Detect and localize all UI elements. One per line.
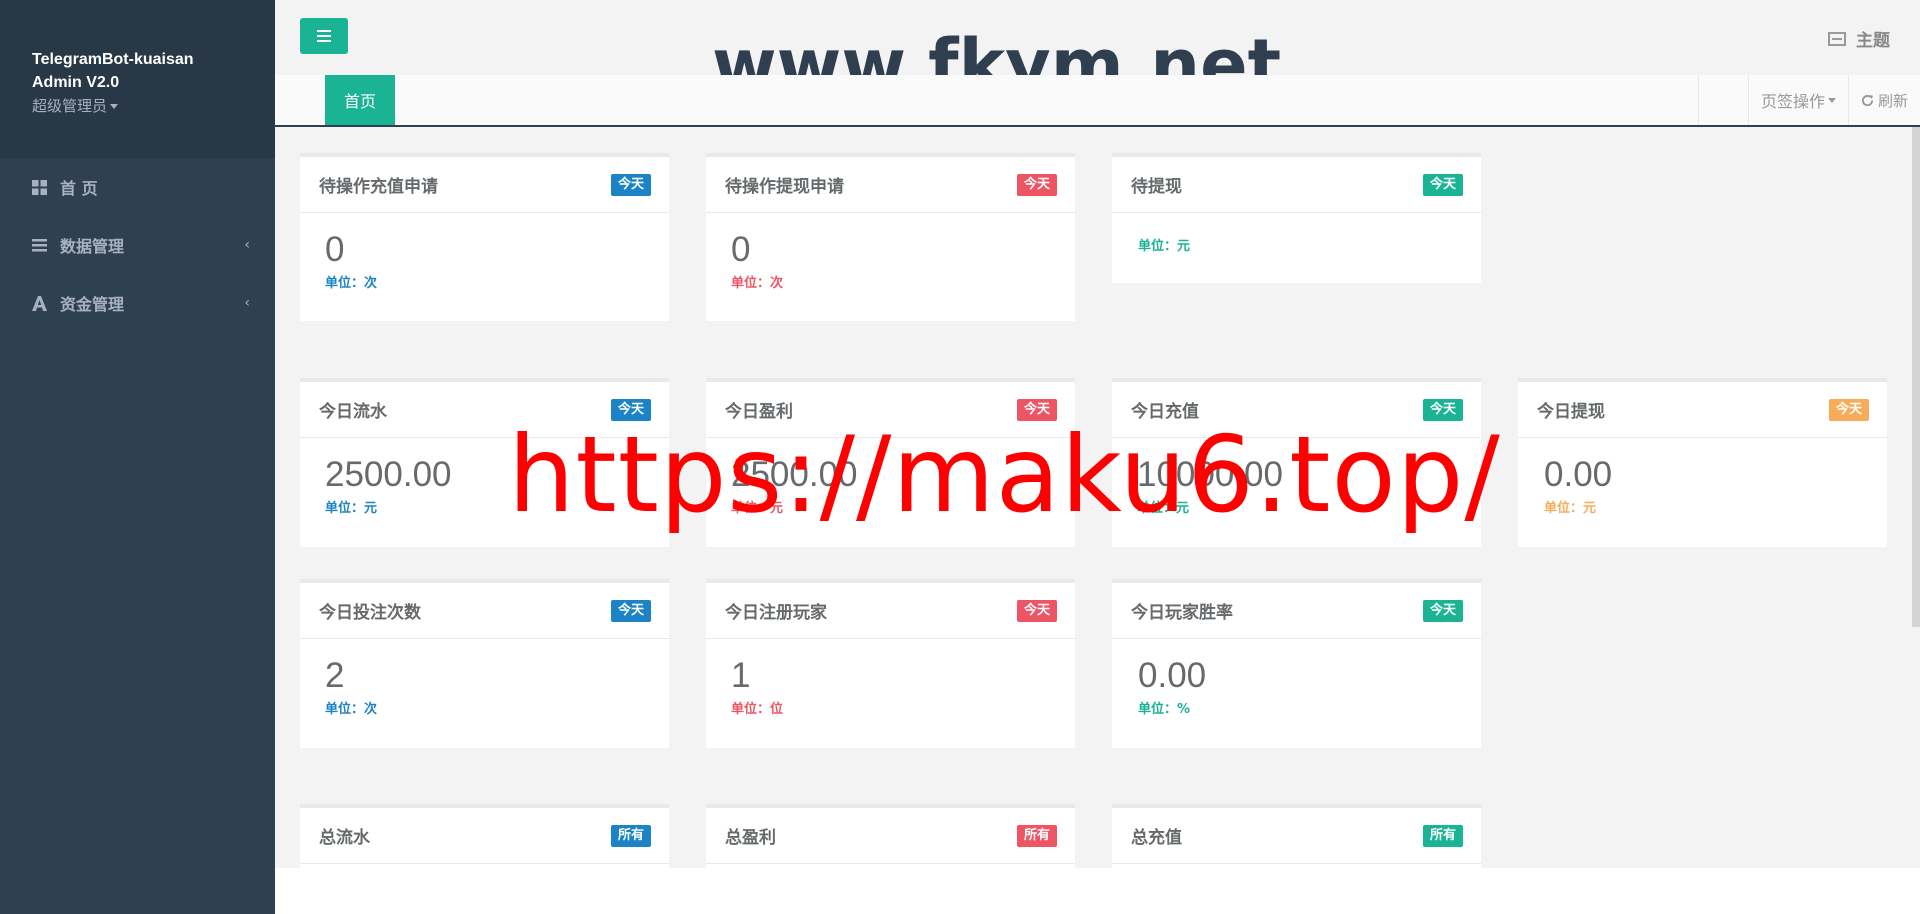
stat-unit: 单位：元 [1137,501,1190,516]
period-badge: 今天 [1422,173,1463,196]
scrollbar[interactable] [1912,127,1920,627]
tab-bar: 首页 页签操作 刷新 [275,75,1920,127]
period-badge: 今天 [610,398,651,421]
card-title: 待操作充值申请 [319,177,438,197]
stat-card-today-profit: 今日盈利 今天 2500.00 单位：元 [706,378,1075,547]
stat-value: 0.00 [1138,656,1207,695]
period-badge: 今天 [1016,398,1057,421]
stat-card-pending-recharge: 待操作充值申请 今天 0 单位：次 [300,153,669,321]
dashboard-grid-icon [31,179,48,195]
sidebar-item-label: 首 页 [60,179,98,198]
top-navbar: www.fkym.net 主题 [275,0,1920,106]
stat-value: 10000.00 [1137,455,1283,494]
period-badge: 今天 [1828,398,1869,421]
stat-unit: 单位：次 [325,276,378,291]
stat-value: 0.00 [1544,455,1613,494]
stat-card-pending-withdraw: 待操作提现申请 今天 0 单位：次 [706,153,1075,321]
tab-actions: 页签操作 刷新 [1697,75,1920,125]
period-badge: 今天 [610,173,651,196]
period-badge: 今天 [1422,398,1463,421]
stat-value: 2500.00 [731,455,858,494]
chevron-left-icon: ‹ [244,295,250,311]
page-footer [275,868,1920,914]
card-title: 今日玩家胜率 [1131,603,1233,623]
stat-unit: 单位：元 [1544,501,1597,516]
stat-unit: 单位：位 [731,702,784,717]
page-actions-label: 页签操作 [1760,92,1825,111]
stat-value: 1 [731,656,751,695]
caret-down-icon [110,104,119,109]
user-role-dropdown[interactable]: 超级管理员 [32,94,275,118]
stat-card-today-recharge: 今日充值 今天 10000.00 单位：元 [1112,378,1481,547]
card-title: 总盈利 [725,828,776,848]
theme-icon [1828,31,1846,46]
stat-value: 0 [731,230,751,269]
chevron-left-icon: ‹ [244,237,250,253]
sidebar-item-label: 资金管理 [60,295,125,314]
period-badge: 所有 [1422,824,1463,847]
font-a-icon [31,295,48,311]
stat-card-today-withdraw: 今日提现 今天 0.00 单位：元 [1518,378,1887,547]
sidebar-toggle-button[interactable] [300,18,348,54]
period-badge: 所有 [1016,824,1057,847]
list-icon [31,238,48,252]
stat-card-today-turnover: 今日流水 今天 2500.00 单位：元 [300,378,669,547]
tab-home[interactable]: 首页 [325,75,395,125]
sidebar-item-label: 数据管理 [60,237,125,256]
period-badge: 今天 [1016,599,1057,622]
stat-card-to-withdraw: 待提现 今天 单位：元 [1112,153,1481,283]
card-title: 今日提现 [1537,402,1605,422]
card-title: 总充值 [1131,828,1182,848]
card-title: 今日盈利 [725,402,793,422]
dashboard-main: 待操作充值申请 今天 0 单位：次 待操作提现申请 今天 0 单位：次 待提现 今天 单位… [275,127,1920,914]
refresh-button[interactable]: 刷新 [1847,75,1920,125]
card-title: 总流水 [319,828,370,848]
stat-unit: 单位：% [1138,702,1191,717]
theme-button[interactable]: 主题 [1828,26,1890,51]
sidebar-item-fund-management[interactable]: 资金管理 ‹ [0,274,275,332]
stat-value: 2 [325,656,345,695]
stat-value: 2500.00 [325,455,452,494]
card-title: 今日流水 [319,402,387,422]
period-badge: 今天 [610,599,651,622]
brand-line-1: TelegramBot-kuaisan [32,51,194,68]
sidebar-nav: 首 页 数据管理 ‹ 资金管理 ‹ [0,158,275,332]
stat-card-today-winrate: 今日玩家胜率 今天 0.00 单位：% [1112,579,1481,748]
card-title: 待提现 [1131,177,1182,197]
period-badge: 今天 [1016,173,1057,196]
stat-unit: 单位：元 [325,501,378,516]
page-actions-dropdown[interactable]: 页签操作 [1747,75,1848,125]
theme-label: 主题 [1856,31,1890,51]
sidebar-header: TelegramBot-kuaisan Admin V2.0 超级管理员 [0,0,275,158]
stat-card-today-registrations: 今日注册玩家 今天 1 单位：位 [706,579,1075,748]
caret-down-icon [1827,97,1836,103]
refresh-label: 刷新 [1877,91,1908,110]
brand-line-2: Admin V2.0 [32,74,120,91]
tab-scroll-right[interactable] [1697,75,1748,125]
user-role-label: 超级管理员 [32,97,108,115]
stat-unit: 单位：次 [325,702,378,717]
sidebar: TelegramBot-kuaisan Admin V2.0 超级管理员 首 页… [0,0,275,914]
card-title: 今日充值 [1131,402,1199,422]
sidebar-item-home[interactable]: 首 页 [0,158,275,216]
card-title: 今日注册玩家 [725,603,827,623]
stat-value: 0 [325,230,345,269]
content-area: www.fkym.net 主题 首页 页签操作 刷新 待操作充值申请 今天 0 单位… [275,0,1920,914]
stat-unit: 单位：元 [1138,239,1191,254]
period-badge: 今天 [1422,599,1463,622]
card-title: 今日投注次数 [319,603,421,623]
sidebar-item-data-management[interactable]: 数据管理 ‹ [0,216,275,274]
stat-unit: 单位：元 [731,501,784,516]
period-badge: 所有 [610,824,651,847]
stat-unit: 单位：次 [731,276,784,291]
card-title: 待操作提现申请 [725,177,844,197]
stat-card-today-bets: 今日投注次数 今天 2 单位：次 [300,579,669,748]
hamburger-icon [317,30,331,32]
refresh-icon [1861,94,1874,106]
